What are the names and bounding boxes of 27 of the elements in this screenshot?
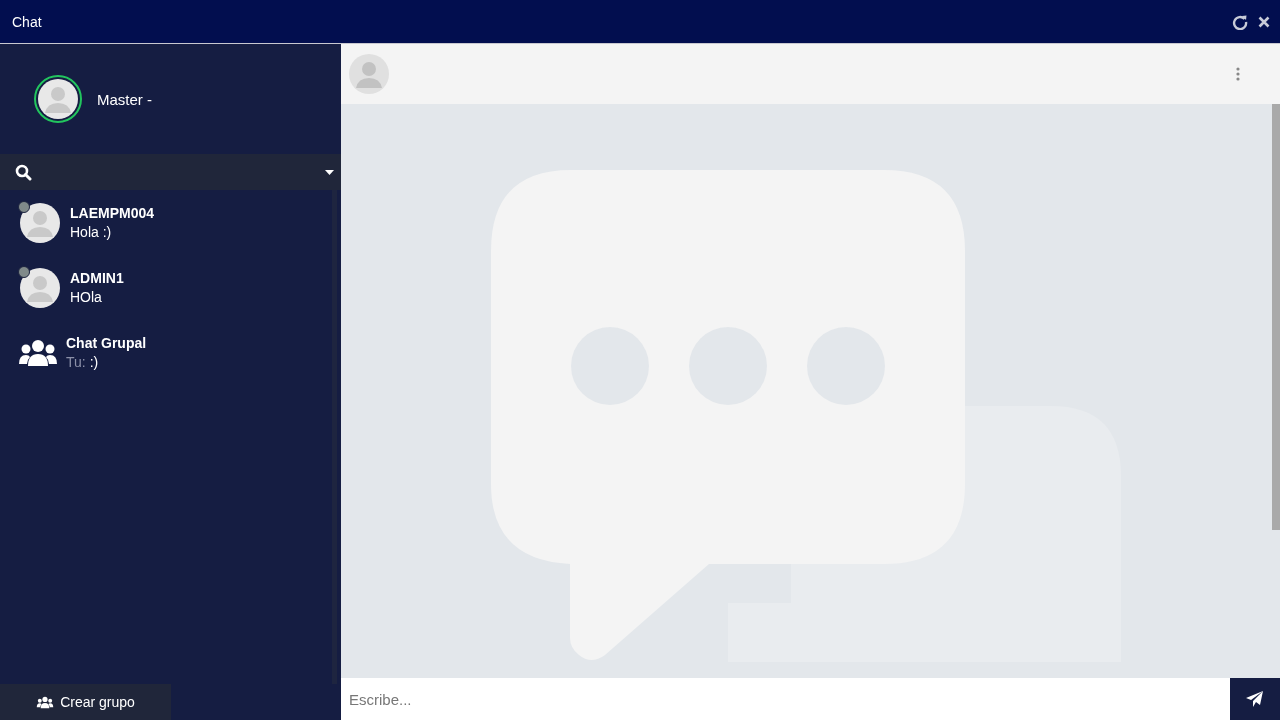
scrollbar[interactable] [1272,104,1280,530]
last-message: :) [89,354,99,370]
last-message: HOla [70,289,103,305]
contact-item[interactable]: ADMIN1 HOla [0,255,332,320]
contact-avatar [20,202,60,243]
user-name: Master - [97,90,152,108]
create-group-button[interactable]: Crear grupo [0,684,171,720]
chat-avatar [349,54,389,94]
refresh-icon[interactable] [1232,13,1248,30]
contact-name: LAEMPM004 [70,205,155,221]
group-icon [18,337,58,368]
contact-avatar [20,267,60,308]
more-options-icon[interactable] [1236,67,1240,81]
group-icon [36,695,55,709]
contact-name: ADMIN1 [70,270,124,286]
send-icon [1246,691,1264,707]
user-avatar [34,75,82,123]
group-name: Chat Grupal [66,335,147,351]
send-button[interactable] [1230,678,1280,720]
message-sender: Tu: [66,354,86,370]
last-message: Hola :) [70,224,113,240]
dropdown-caret-icon[interactable] [325,169,334,175]
close-icon[interactable] [1258,15,1270,28]
search-icon [15,163,32,181]
contact-item[interactable]: Chat Grupal Tu: :) [0,320,332,385]
contact-item[interactable]: LAEMPM004 Hola :) [0,190,332,255]
window-title: Chat [12,13,42,30]
